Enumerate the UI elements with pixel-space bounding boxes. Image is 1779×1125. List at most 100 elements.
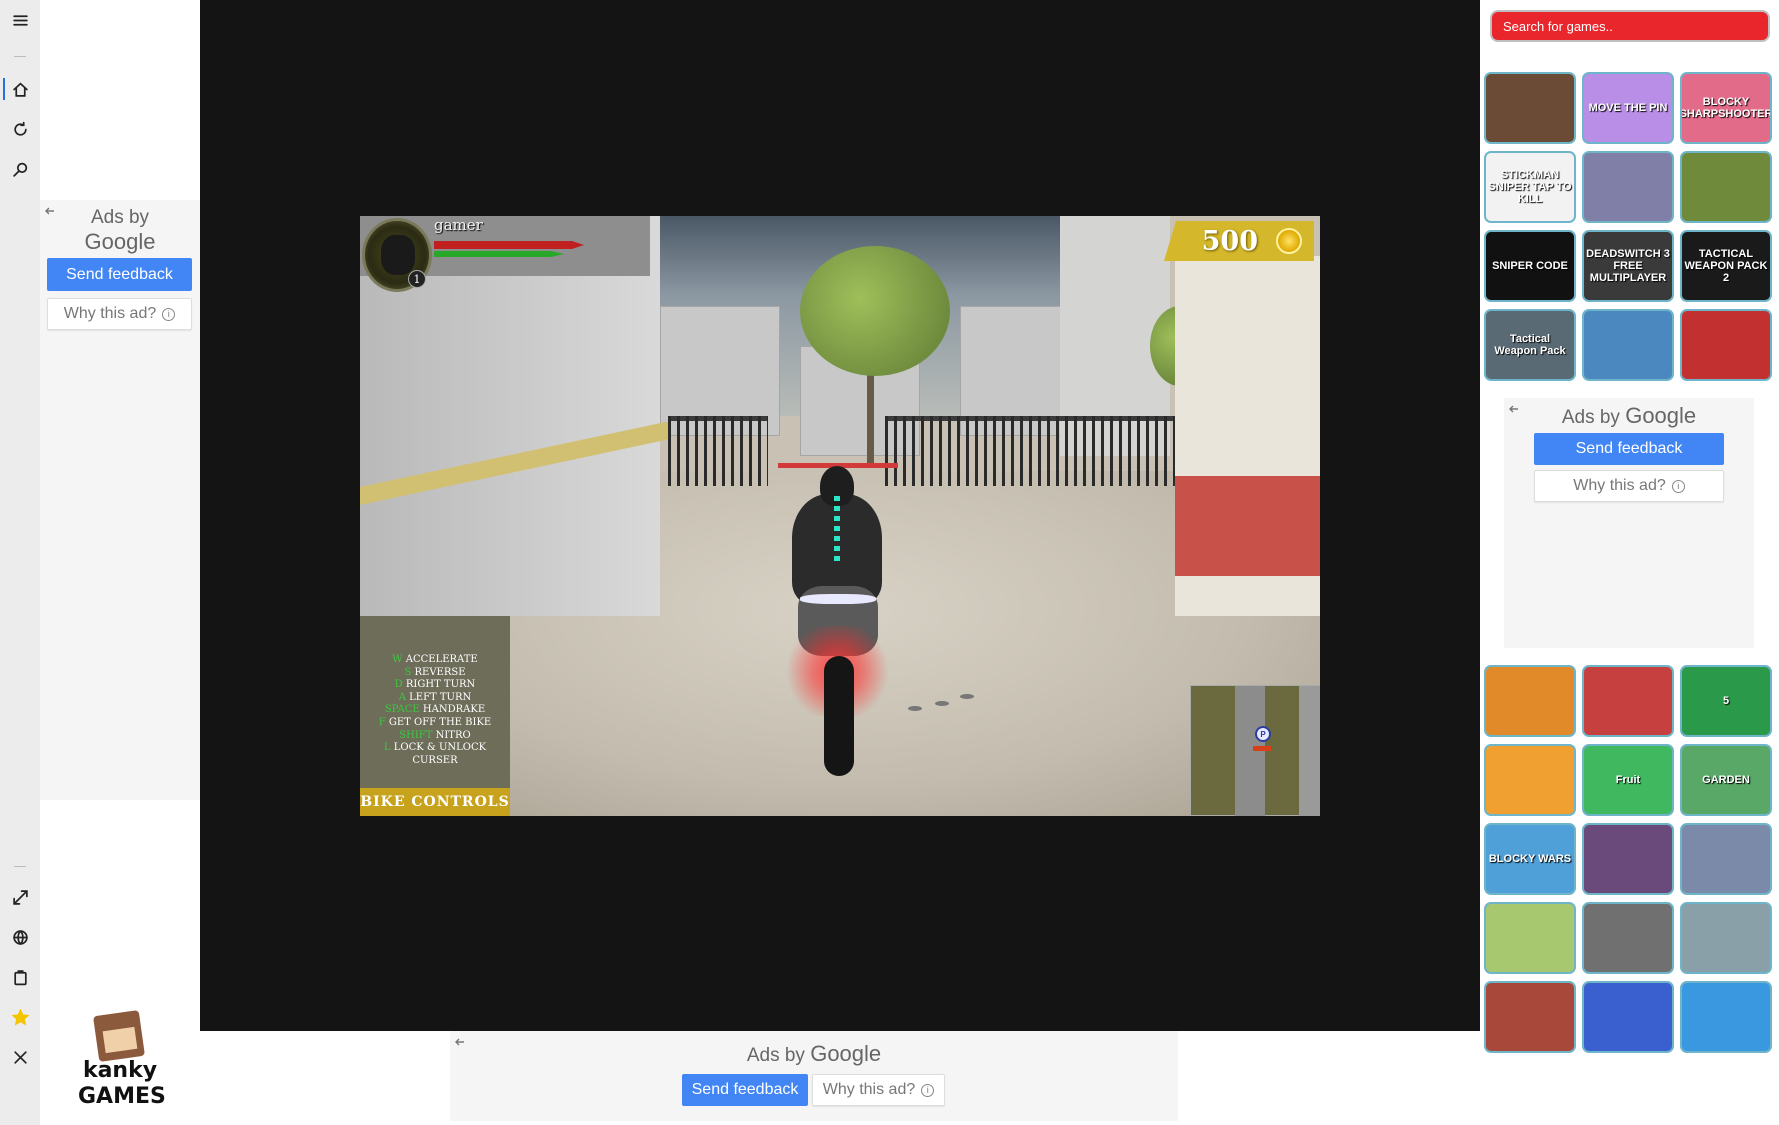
game-thumbnail-label (1724, 343, 1728, 347)
bike-wheel (824, 656, 854, 776)
control-key: L (383, 742, 391, 754)
google-text: Google (1625, 403, 1697, 428)
health-bar (434, 241, 584, 249)
logo-line2: GAMES (78, 1084, 166, 1109)
game-thumbnail[interactable] (1680, 902, 1772, 974)
star-icon[interactable] (0, 1000, 40, 1034)
game-thumbnail[interactable] (1582, 309, 1674, 381)
game-thumbnail-label (1724, 1015, 1728, 1019)
why-this-ad-button[interactable]: Why this ad? i (812, 1074, 945, 1106)
tread-mark (908, 706, 922, 711)
fullscreen-icon[interactable] (0, 880, 40, 914)
game-thumbnail-label (1724, 936, 1728, 940)
game-thumbnail-label: GARDEN (1702, 774, 1750, 786)
coin-counter: 500 (1164, 221, 1314, 261)
control-row: W ACCELERATE (360, 654, 510, 667)
game-thumbnail[interactable] (1484, 981, 1576, 1053)
game-thumbnail[interactable]: MOVE THE PIN (1582, 72, 1674, 144)
game-thumbnail[interactable]: GARDEN (1680, 744, 1772, 816)
coin-value: 500 (1201, 225, 1258, 257)
game-thumbnail[interactable]: Tactical Weapon Pack (1484, 309, 1576, 381)
game-thumbnail-label (1528, 936, 1532, 940)
left-ad-panel: Ads by Google Send feedback Why this ad?… (40, 200, 200, 800)
tree (800, 246, 950, 376)
game-thumbnail[interactable]: BLOCKY SHARPSHOOTER (1680, 72, 1772, 144)
parking-marker: P (1255, 726, 1271, 742)
game-thumbnail[interactable]: BLOCKY WARS (1484, 823, 1576, 895)
why-this-ad-label: Why this ad? (1573, 477, 1666, 494)
control-key: SPACE (384, 704, 420, 716)
game-thumbnail[interactable] (1484, 744, 1576, 816)
game-thumbnail-label: SNIPER CODE (1492, 260, 1568, 272)
game-thumbnail[interactable] (1582, 902, 1674, 974)
refresh-icon[interactable] (0, 112, 40, 146)
ads-by-text: Ads by (1561, 407, 1620, 428)
game-thumbnail-label (1528, 1015, 1532, 1019)
info-icon: i (921, 1083, 935, 1097)
google-text: Google (84, 229, 156, 254)
left-toolbar (0, 0, 40, 1125)
game-thumbnail-label: BLOCKY WARS (1488, 853, 1572, 865)
game-thumbnail-label: Tactical Weapon Pack (1494, 333, 1566, 357)
game-thumbnail-label: TACTICAL WEAPON PACK 2 (1684, 248, 1768, 284)
game-thumbnail-label (1626, 699, 1630, 703)
game-thumbnail-label (1626, 185, 1630, 189)
game-thumbnail-label: STICKMAN SNIPER TAP TO KILL (1488, 169, 1572, 205)
search-input[interactable] (1490, 10, 1770, 42)
game-thumbnail[interactable]: Fruit (1582, 744, 1674, 816)
control-key: W (392, 654, 403, 665)
game-thumbnail-label: DEADSWITCH 3 FREE MULTIPLAYER (1586, 248, 1670, 284)
game-thumbnail[interactable]: SNIPER CODE (1484, 230, 1576, 302)
game-thumbnail[interactable]: 5 (1680, 665, 1772, 737)
tread-mark (960, 694, 974, 699)
game-thumbnail[interactable] (1582, 665, 1674, 737)
game-thumbnail[interactable] (1582, 151, 1674, 223)
game-thumbnail-label (1724, 185, 1728, 189)
send-feedback-button[interactable]: Send feedback (682, 1074, 808, 1106)
rail-divider (14, 56, 26, 57)
control-row: SHIFT NITRO (360, 730, 510, 743)
send-feedback-button[interactable]: Send feedback (47, 258, 192, 291)
game-thumbnail[interactable]: TACTICAL WEAPON PACK 2 (1680, 230, 1772, 302)
fence (885, 416, 1175, 486)
game-thumbnail[interactable] (1484, 902, 1576, 974)
game-thumbnail[interactable] (1680, 151, 1772, 223)
game-thumbnail[interactable] (1582, 981, 1674, 1053)
menu-icon[interactable] (0, 3, 40, 37)
game-thumbnail-label: Fruit (1615, 774, 1641, 786)
kanky-games-logo[interactable]: kanky GAMES (78, 1010, 166, 1109)
game-thumbnail[interactable] (1484, 665, 1576, 737)
why-this-ad-button[interactable]: Why this ad? i (1534, 470, 1724, 502)
why-this-ad-button[interactable]: Why this ad? i (47, 298, 192, 330)
rider-neon-strip (834, 496, 840, 561)
control-row: A LEFT TURN (360, 692, 510, 705)
left-blank-area (40, 0, 200, 200)
game-thumbnail[interactable] (1680, 981, 1772, 1053)
rail-divider (14, 866, 26, 867)
globe-icon[interactable] (0, 920, 40, 954)
game-thumbnail[interactable] (1484, 72, 1576, 144)
tread-mark (935, 701, 949, 706)
control-action: GET OFF THE BIKE (388, 716, 492, 728)
game-canvas[interactable]: 1 gamer 500 W ACCELERATE S REVERSE D RIGHT… (360, 216, 1320, 816)
close-icon[interactable] (0, 1040, 40, 1074)
ads-by-google: Ads by Google (40, 206, 200, 254)
control-key: SHIFT (399, 729, 433, 741)
right-sidebar: MOVE THE PIN BLOCKY SHARPSHOOTER STICKMAN … (1480, 0, 1779, 1125)
minimap-road (1299, 686, 1320, 816)
minimap: P (1190, 685, 1320, 816)
game-thumbnail[interactable] (1680, 309, 1772, 381)
game-thumbnail[interactable] (1680, 823, 1772, 895)
game-thumbnail[interactable] (1582, 823, 1674, 895)
home-icon[interactable] (0, 72, 40, 106)
game-thumbnail[interactable]: DEADSWITCH 3 FREE MULTIPLAYER (1582, 230, 1674, 302)
control-action: LEFT TURN (409, 691, 472, 703)
clipboard-icon[interactable] (0, 960, 40, 994)
game-grid-top: MOVE THE PIN BLOCKY SHARPSHOOTER STICKMAN … (1484, 72, 1772, 381)
search-icon[interactable] (0, 152, 40, 186)
game-thumbnail-label (1528, 106, 1532, 110)
ads-by-google: Ads by Google (450, 1041, 1178, 1067)
game-thumbnail[interactable]: STICKMAN SNIPER TAP TO KILL (1484, 151, 1576, 223)
right-ad-panel: Ads by Google Send feedback Why this ad?… (1504, 398, 1754, 648)
send-feedback-button[interactable]: Send feedback (1534, 433, 1724, 465)
